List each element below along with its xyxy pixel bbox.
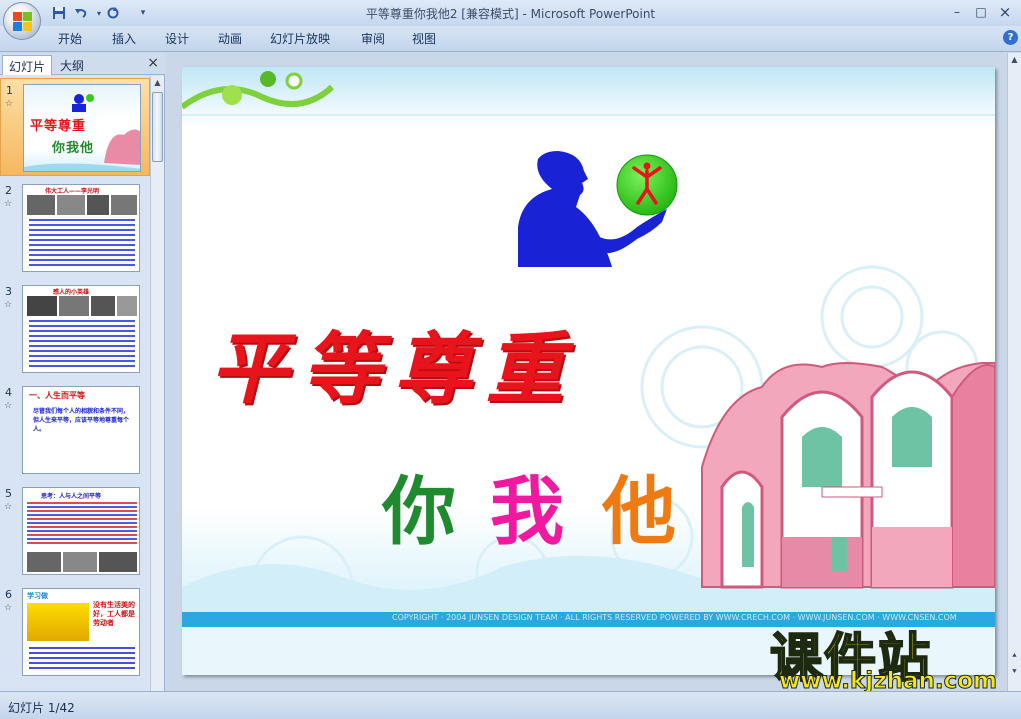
thumbnail-image: 伟大工人——李光明 xyxy=(22,184,140,272)
thumbnail-image: 学习做 没有生活美的好，工人都是劳动者 xyxy=(22,588,140,676)
slide-number: 6 xyxy=(5,588,12,601)
slide-number: 3 xyxy=(5,285,12,298)
slide-workspace: COPYRIGHT · 2004 JUNSEN DESIGN TEAM · AL… xyxy=(167,53,1007,691)
slides-pane: 幻灯片 大纲 × 1 ☆ 平等尊重 你我他 2 ☆ 伟大工人——李光明 3 ☆ … xyxy=(0,53,165,691)
ribbon-tabs: 开始 插入 设计 动画 幻灯片放映 审阅 视图 xyxy=(0,26,1021,52)
thumb-header: 一、人生而平等 xyxy=(29,391,85,400)
office-logo-icon xyxy=(13,12,32,31)
tab-review[interactable]: 审阅 xyxy=(361,30,385,47)
slide-sub-ni: 你 xyxy=(382,469,456,555)
slide-number: 4 xyxy=(5,386,12,399)
scroll-up-icon[interactable]: ▲ xyxy=(1008,53,1021,67)
thumb-header: 学习做 xyxy=(27,592,48,600)
slide-number: 1 xyxy=(6,84,13,97)
slide-scrollbar[interactable]: ▲ ⯅ ⯆ xyxy=(1007,53,1021,691)
slide-number: 2 xyxy=(5,184,12,197)
animation-star-icon: ☆ xyxy=(4,199,13,209)
window-title: 平等尊重你我他2 [兼容模式] - Microsoft PowerPoint xyxy=(365,7,656,21)
minimize-button[interactable]: – xyxy=(946,3,968,21)
thumb-header: 感人的小英雄 xyxy=(53,289,90,296)
current-slide[interactable]: COPYRIGHT · 2004 JUNSEN DESIGN TEAM · AL… xyxy=(182,67,995,675)
tab-home[interactable]: 开始 xyxy=(58,30,82,47)
tab-slideshow[interactable]: 幻灯片放映 xyxy=(270,30,330,47)
next-slide-icon[interactable]: ⯆ xyxy=(1008,665,1021,679)
tab-outline[interactable]: 大纲 xyxy=(54,55,90,75)
pane-tabs: 幻灯片 大纲 × xyxy=(0,53,165,75)
thumbnail-image: 思考：人与人之间平等 xyxy=(22,487,140,575)
slide-sub-wo: 我 xyxy=(490,469,564,555)
thumbnail-image: 平等尊重 你我他 xyxy=(23,84,141,172)
animation-star-icon: ☆ xyxy=(4,300,13,310)
tab-slides[interactable]: 幻灯片 xyxy=(2,55,53,75)
thumbnail-image: 感人的小英雄 xyxy=(22,285,140,373)
thumbnail-scrollbar[interactable]: ▲ xyxy=(150,76,164,691)
status-bar: 幻灯片 1/42 xyxy=(0,691,1021,719)
thumb-subtitle: 你我他 xyxy=(52,141,95,156)
slide-number: 5 xyxy=(5,487,12,500)
animation-star-icon: ☆ xyxy=(4,401,13,411)
slide-title: 平等尊重 xyxy=(210,324,579,415)
tab-animation[interactable]: 动画 xyxy=(218,30,242,47)
tab-insert[interactable]: 插入 xyxy=(112,30,136,47)
slide-sub-ta: 他 xyxy=(602,469,676,555)
thumb-header: 伟大工人——李光明 xyxy=(45,188,100,195)
title-bar: ▾ ▾ 平等尊重你我他2 [兼容模式] - Microsoft PowerPoi… xyxy=(0,0,1021,40)
scroll-up-icon[interactable]: ▲ xyxy=(151,76,164,90)
animation-star-icon: ☆ xyxy=(5,99,14,109)
previous-slide-icon[interactable]: ⯅ xyxy=(1008,649,1021,663)
slide-counter: 幻灯片 1/42 xyxy=(8,701,75,715)
animation-star-icon: ☆ xyxy=(4,502,13,512)
thumb-header: 思考：人与人之间平等 xyxy=(41,493,102,500)
thumb-side-text: 没有生活美的好，工人都是劳动者 xyxy=(93,601,135,627)
thumbnail-image: 一、人生而平等 尽管我们每个人的相貌和条件不同，但人生来平等，应该平等地尊重每个… xyxy=(22,386,140,474)
help-icon[interactable]: ? xyxy=(1003,30,1018,45)
castle-illustration xyxy=(701,362,995,589)
slide-thumbnail[interactable]: 5 ☆ 思考：人与人之间平等 xyxy=(0,482,150,580)
slide-thumbnails: 1 ☆ 平等尊重 你我他 2 ☆ 伟大工人——李光明 3 ☆ 感人的小英雄 4 … xyxy=(0,76,150,691)
office-button[interactable] xyxy=(3,2,41,40)
pane-close-icon[interactable]: × xyxy=(147,55,159,71)
tab-design[interactable]: 设计 xyxy=(165,30,189,47)
scrollbar-thumb[interactable] xyxy=(152,92,163,162)
slide-thumbnail[interactable]: 3 ☆ 感人的小英雄 xyxy=(0,280,150,378)
tab-view[interactable]: 视图 xyxy=(412,30,436,47)
slide-thumbnail[interactable]: 2 ☆ 伟大工人——李光明 xyxy=(0,179,150,277)
slide-thumbnail[interactable]: 6 ☆ 学习做 没有生活美的好，工人都是劳动者 xyxy=(0,583,150,681)
animation-star-icon: ☆ xyxy=(4,603,13,613)
slide-thumbnail[interactable]: 4 ☆ 一、人生而平等 尽管我们每个人的相貌和条件不同，但人生来平等，应该平等地… xyxy=(0,381,150,479)
close-button[interactable]: × xyxy=(994,3,1016,21)
thumb-title: 平等尊重 xyxy=(30,119,87,134)
slide-thumbnail[interactable]: 1 ☆ 平等尊重 你我他 xyxy=(0,78,150,176)
maximize-button[interactable]: □ xyxy=(970,3,992,21)
thumb-body: 尽管我们每个人的相貌和条件不同，但人生来平等，应该平等地尊重每个人。 xyxy=(33,408,130,433)
